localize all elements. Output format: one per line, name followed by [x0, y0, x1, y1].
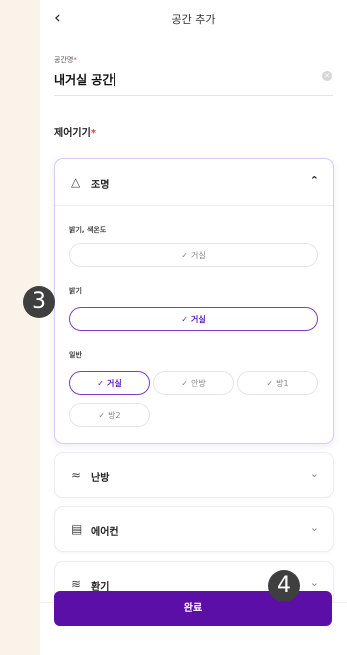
- chip-brightness-colortemp-livingroom[interactable]: ✓ 거실: [69, 243, 318, 267]
- aircon-card[interactable]: ▤ 에어컨 ⌄: [54, 506, 334, 552]
- lighting-card: △ 조명 ⌃ 밝기, 색온도 ✓ 거실 밝기 ✓ 거실 일반 ✓ 거실 ✓ 안방 ✓ 방1…: [54, 158, 334, 444]
- heating-card[interactable]: ≈ 난방 ⌄: [54, 452, 334, 498]
- space-name-label: 공간명*: [54, 56, 77, 64]
- clear-icon[interactable]: ✕: [322, 71, 332, 81]
- check-icon: ✓: [181, 315, 188, 324]
- devices-section-label: 제어기기*: [54, 128, 97, 139]
- heating-title: 난방: [91, 473, 110, 484]
- chip-brightness-livingroom[interactable]: ✓ 거실: [69, 307, 318, 331]
- header: ‹ 공간 추가: [40, 0, 347, 38]
- check-icon: ✓: [181, 251, 188, 260]
- chevron-down-icon[interactable]: ⌄: [310, 521, 319, 534]
- step-badge-3: 3: [23, 286, 55, 318]
- space-name-input[interactable]: 내거실 공간: [54, 71, 116, 88]
- divider: [55, 205, 333, 206]
- aircon-icon: ▤: [71, 522, 83, 536]
- group-label-brightness: 밝기: [69, 287, 82, 295]
- check-icon: ✓: [98, 411, 106, 420]
- group-label-brightness-colortemp: 밝기, 색온도: [69, 226, 107, 234]
- input-underline: [54, 95, 333, 96]
- chevron-down-icon[interactable]: ⌄: [310, 467, 319, 480]
- chip-general-masterroom[interactable]: ✓ 안방: [153, 371, 234, 395]
- page-title: 공간 추가: [171, 13, 216, 26]
- lighting-card-header[interactable]: △ 조명 ⌃: [55, 159, 333, 205]
- chip-general-livingroom[interactable]: ✓ 거실: [69, 371, 150, 395]
- lamp-icon: △: [71, 175, 81, 189]
- chevron-down-icon[interactable]: ⌄: [310, 576, 319, 589]
- check-icon: ✓: [266, 379, 274, 388]
- group-label-general: 일반: [69, 351, 82, 359]
- text-caret: [114, 73, 116, 86]
- chip-general-room1[interactable]: ✓ 방1: [237, 371, 318, 395]
- ventilation-icon: ≋: [71, 577, 82, 591]
- add-space-screen: ‹ 공간 추가 공간명* 내거실 공간 ✕ 제어기기* △ 조명 ⌃ 밝기, 색…: [40, 0, 347, 655]
- step-badge-4: 4: [268, 570, 300, 602]
- check-icon: ✓: [181, 379, 188, 388]
- lighting-title: 조명: [91, 180, 110, 191]
- aircon-title: 에어컨: [91, 527, 119, 538]
- chevron-up-icon[interactable]: ⌃: [310, 174, 319, 187]
- heater-icon: ≈: [71, 468, 82, 482]
- chip-general-room2[interactable]: ✓ 방2: [69, 403, 150, 427]
- check-icon: ✓: [97, 379, 104, 388]
